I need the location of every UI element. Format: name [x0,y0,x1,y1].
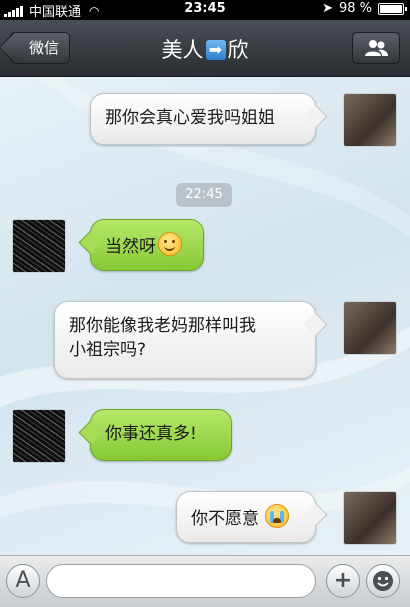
message-text: 你事还真多! [105,424,197,444]
message-bubble-incoming[interactable]: 当然呀 [90,219,204,271]
battery-percent: 98 % [338,1,372,16]
timestamp: 22:45 [176,183,232,207]
contact-avatar[interactable] [12,219,66,273]
message-bubble-outgoing[interactable]: 那你能像我老妈那样叫我 小祖宗吗? [54,301,316,379]
title-right: 欣 [227,38,249,62]
add-attachment-button[interactable]: + [326,564,360,598]
contact-avatar[interactable] [12,409,66,463]
my-avatar[interactable] [343,301,397,355]
input-bar: A + [0,555,410,607]
location-icon: ➤ [322,1,333,16]
group-icon [365,40,388,56]
cry-icon [265,504,289,528]
smile-icon [158,232,182,256]
status-right: ➤ 98 % [322,1,407,16]
message-bubble-outgoing[interactable]: 你不愿意 [176,491,316,543]
nav-bar: 微信 美人 ➡ 欣 [0,20,410,77]
battery-fill [380,4,402,13]
arrow-right-icon: ➡ [205,40,226,60]
emoji-icon [373,571,393,591]
message-input[interactable] [46,564,316,598]
battery-icon [378,2,407,15]
message-bubble-outgoing[interactable]: 那你会真心爱我吗姐姐 [90,93,316,145]
message-text: 你不愿意 [191,509,259,529]
title-left: 美人 [161,38,204,62]
chat-title: 美人 ➡ 欣 [0,34,410,64]
message-text: 那你会真心爱我吗姐姐 [105,108,275,128]
my-avatar[interactable] [343,93,397,147]
chat-info-button[interactable] [352,32,400,64]
my-avatar[interactable] [343,491,397,545]
status-bar: 中国联通 ◠ 23:45 ➤ 98 % [0,0,410,20]
emoji-button[interactable] [366,564,400,598]
message-text-line: 小祖宗吗? [69,340,147,360]
chat-area[interactable]: 那你会真心爱我吗姐姐 22:45 当然呀 那你能像我老妈那样叫我 小祖宗吗? 你… [0,77,410,555]
message-bubble-incoming[interactable]: 你事还真多! [90,409,232,461]
message-text-line: 那你能像我老妈那样叫我 [69,316,256,336]
message-text: 当然呀 [105,237,156,257]
voice-toggle-button[interactable]: A [6,564,40,598]
